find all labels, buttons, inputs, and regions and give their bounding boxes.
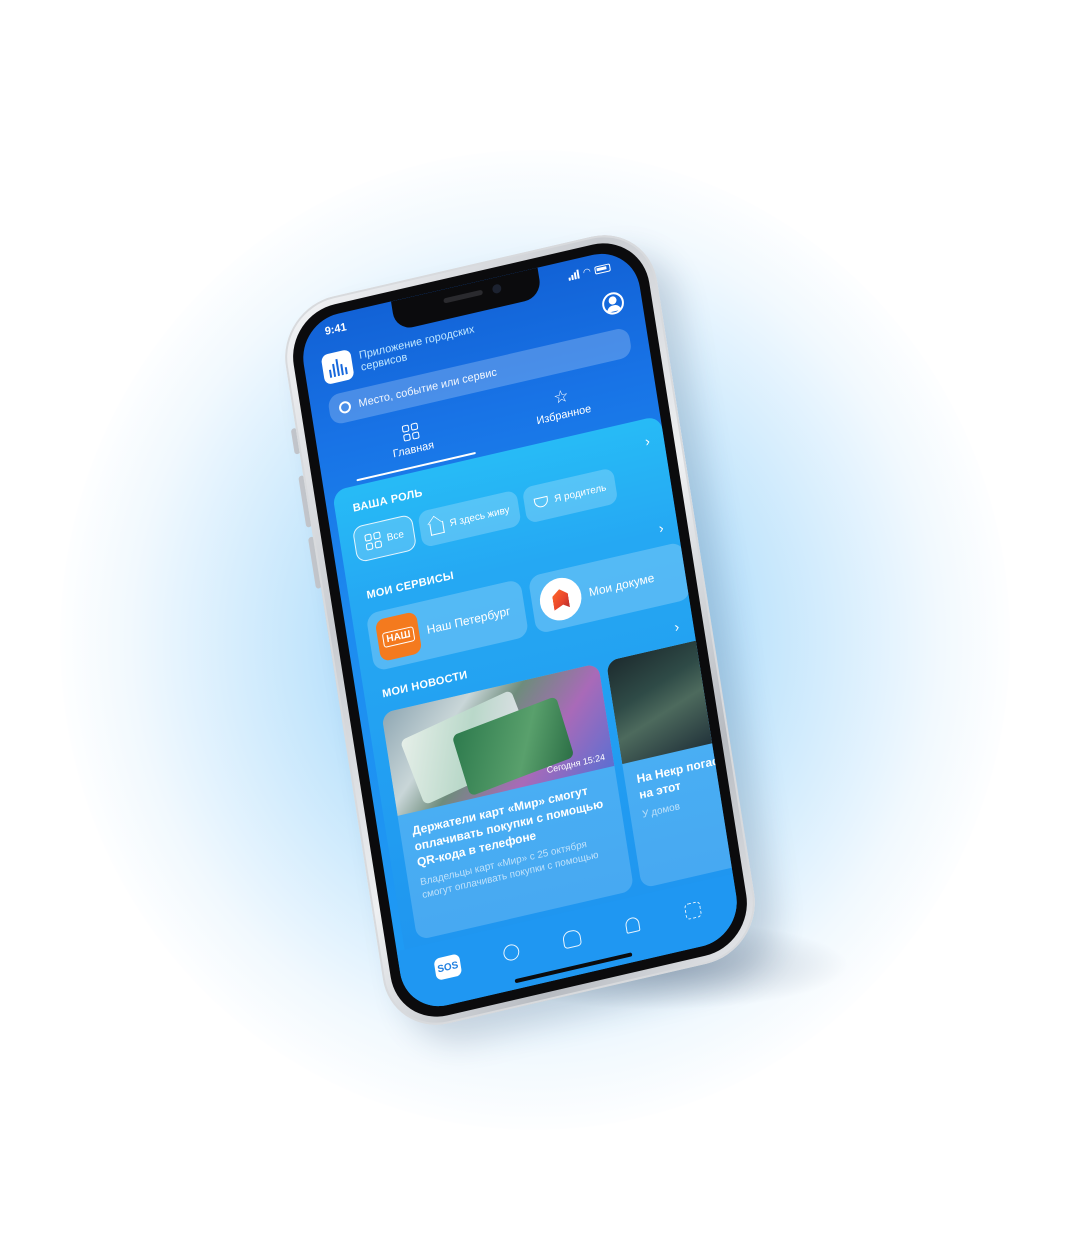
- status-time: 9:41: [324, 321, 348, 338]
- chevron-right-icon: ›: [673, 618, 681, 635]
- role-chip-label: Я родитель: [553, 481, 608, 505]
- tab-home-label: Главная: [392, 439, 435, 461]
- nash-peterburg-logo: НАШ: [374, 611, 423, 663]
- signal-icon: [568, 269, 580, 281]
- role-chip-label: Все: [386, 528, 405, 544]
- nav-search[interactable]: [500, 940, 523, 964]
- chevron-right-icon: ›: [657, 519, 665, 537]
- nav-scan[interactable]: [682, 898, 705, 922]
- nav-home[interactable]: [561, 926, 584, 950]
- grid-icon: [364, 531, 383, 551]
- nash-logo-text: НАШ: [381, 625, 416, 648]
- tab-favorites-label: Избранное: [535, 402, 593, 428]
- wifi-icon: ◠: [582, 265, 592, 278]
- profile-icon[interactable]: [600, 290, 626, 317]
- role-chip-label: Я здесь живу: [448, 504, 511, 529]
- house-icon: [429, 520, 446, 536]
- bell-icon: [624, 915, 641, 934]
- speaker: [443, 289, 484, 304]
- role-chip-parent[interactable]: Я родитель: [522, 467, 619, 524]
- star-icon: ☆: [552, 385, 570, 408]
- front-camera: [491, 283, 502, 295]
- service-label: Наш Петербург: [425, 603, 512, 637]
- service-label: Мои докуме: [587, 570, 656, 600]
- scan-icon: [683, 900, 703, 921]
- my-documents-logo: [536, 573, 585, 625]
- nav-notifications[interactable]: [621, 912, 644, 936]
- home-icon: [561, 928, 583, 949]
- app-logo-icon: [320, 348, 355, 386]
- battery-icon: [594, 262, 611, 275]
- news-card[interactable]: Сегодня 15:24 Держатели карт «Мир» смогу…: [381, 663, 635, 941]
- roles-title: ВАША РОЛЬ: [352, 486, 424, 515]
- role-chip-all[interactable]: Все: [351, 513, 418, 564]
- sos-button[interactable]: SOS: [433, 953, 463, 981]
- status-icons: ◠: [568, 261, 612, 282]
- search-icon: [502, 942, 521, 963]
- chevron-right-icon: ›: [643, 432, 652, 450]
- grid-icon: [401, 422, 420, 442]
- content-panel: ВАША РОЛЬ › Все Я здесь живу Я родитель: [331, 415, 743, 950]
- search-icon: [338, 400, 352, 415]
- stroller-icon: [534, 495, 550, 509]
